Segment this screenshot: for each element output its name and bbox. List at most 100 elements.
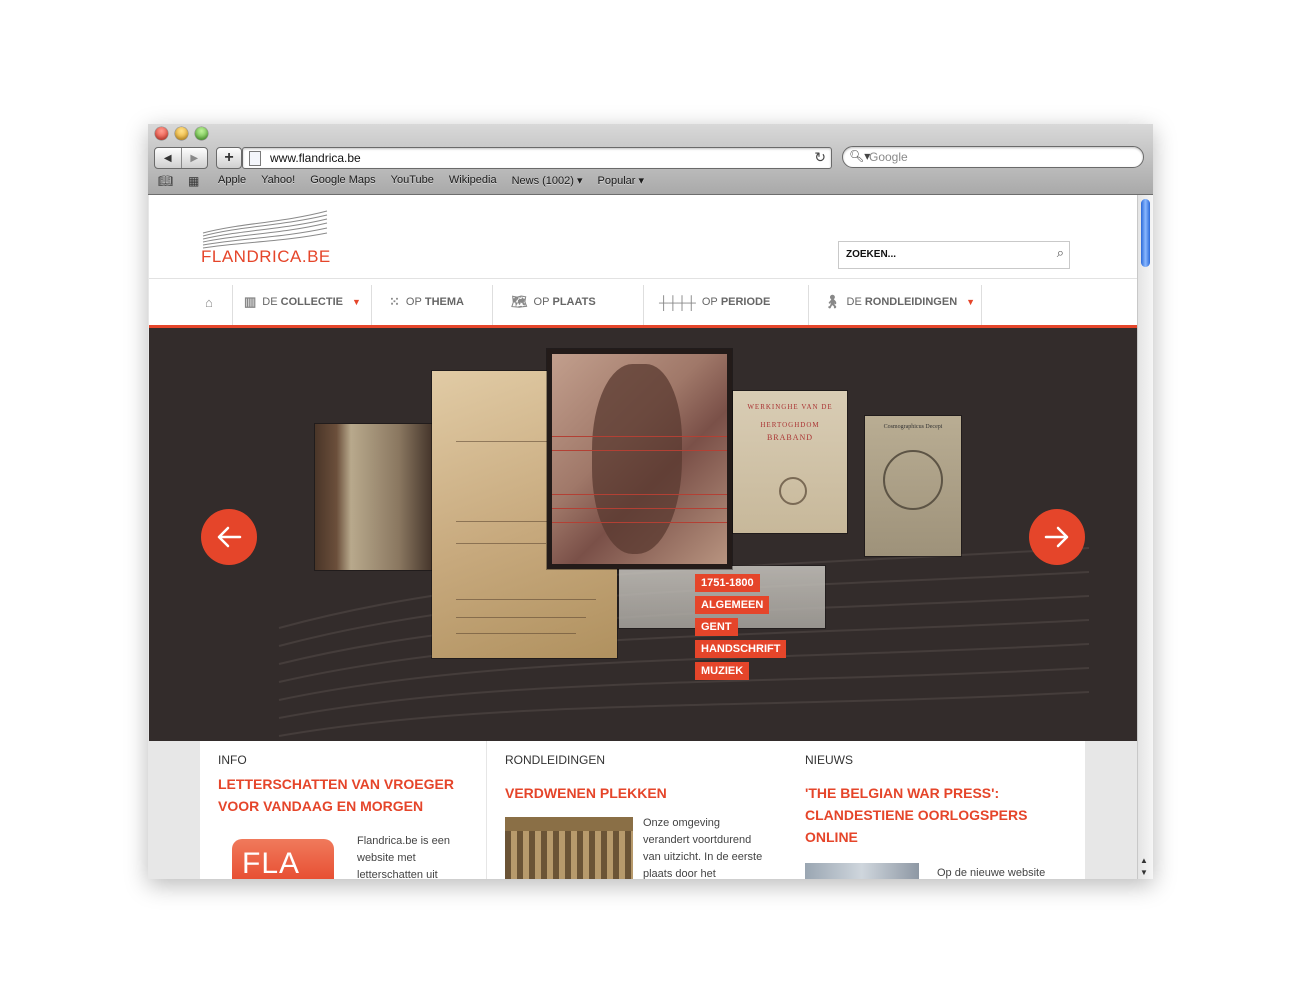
bookmark-wikipedia[interactable]: Wikipedia	[449, 174, 497, 187]
nav-collection-prefix: DE	[262, 296, 278, 308]
info-body-line: website met	[357, 852, 416, 864]
tag-place[interactable]: GENT	[695, 618, 738, 636]
info-body-line: Flandrica.be is een	[357, 835, 450, 847]
close-window-button[interactable]	[155, 127, 168, 140]
nav-theme-prefix: OP	[405, 296, 422, 308]
news-heading-line[interactable]: 'THE BELGIAN WAR PRESS':	[805, 782, 999, 804]
building-photo[interactable]	[505, 817, 633, 879]
news-photo[interactable]	[805, 863, 919, 879]
search-icon: 🔍︎▾	[849, 149, 871, 163]
grid-icon: ⁙	[389, 294, 400, 309]
tag-theme[interactable]: MUZIEK	[695, 662, 750, 680]
nav-op-thema[interactable]: ⁙ OP THEMA	[389, 279, 464, 325]
forward-icon[interactable]: ▶	[180, 148, 208, 168]
books-icon: ▥	[244, 294, 257, 309]
featured-item-thumbnail[interactable]	[547, 349, 732, 569]
site-search-placeholder: ZOEKEN...	[846, 249, 897, 260]
tours-body-line: van uitzicht. In de eerste	[643, 851, 763, 863]
address-text[interactable]: www.flandrica.be	[270, 151, 361, 165]
site-search-input[interactable]: ZOEKEN... ⌕	[838, 241, 1070, 269]
nav-divider	[371, 285, 372, 325]
book-title-line: HERTOGHDOM	[760, 421, 820, 429]
history-buttons: ◀ ▶	[154, 147, 208, 169]
bookmark-list: Apple Yahoo! Google Maps YouTube Wikiped…	[218, 174, 659, 187]
scrollbar-thumb[interactable]	[1141, 199, 1150, 267]
arrow-left-icon	[217, 526, 242, 548]
carousel-prev-button[interactable]	[201, 509, 257, 565]
nav-tours-prefix: DE	[846, 296, 862, 308]
tours-heading[interactable]: VERDWENEN PLEKKEN	[505, 782, 667, 804]
info-label: INFO	[218, 753, 247, 767]
search-icon[interactable]: ⌕	[1057, 245, 1064, 261]
bookmark-yahoo[interactable]: Yahoo!	[261, 174, 295, 187]
info-heading-line[interactable]: VOOR VANDAAG EN MORGEN	[218, 795, 423, 817]
walking-person-icon: 🚶︎	[824, 294, 841, 309]
page-viewport: FLANDRICA.BE ZOEKEN... ⌕ ⌂ ▥ DE COLLECTI…	[148, 195, 1153, 879]
nav-divider	[808, 285, 809, 325]
nav-home[interactable]: ⌂	[205, 279, 219, 325]
hero-carousel: WERKINGHE VAN DE HERTOGHDOM BRABAND Cosm…	[149, 328, 1137, 741]
nav-tours-label: RONDLEIDINGEN	[864, 296, 958, 308]
nav-theme-label: THEMA	[424, 296, 464, 308]
nav-collection-label: COLLECTIE	[280, 296, 343, 308]
bookmark-google-maps[interactable]: Google Maps	[310, 174, 375, 187]
vertical-scrollbar[interactable]: ▲ ▼	[1137, 195, 1153, 879]
caret-down-icon: ▼	[351, 297, 361, 307]
home-icon: ⌂	[205, 294, 213, 310]
logo-waves-icon	[202, 210, 328, 249]
nav-divider	[643, 285, 644, 325]
book-title-line: WERKINGHE VAN DE	[747, 403, 833, 411]
content-columns: INFO LETTERSCHATTEN VAN VROEGER VOOR VAN…	[200, 741, 1085, 879]
collection-item-thumbnail[interactable]	[315, 424, 435, 570]
flandrica-app-logo: FLA	[232, 839, 334, 879]
browser-search-field[interactable]: 🔍︎▾ Google	[842, 146, 1144, 168]
globe-icon	[883, 450, 943, 510]
flandrica-logo[interactable]: FLANDRICA.BE	[201, 209, 331, 269]
scroll-down-icon[interactable]: ▼	[1140, 868, 1148, 877]
bookmark-apple[interactable]: Apple	[218, 174, 246, 187]
world-map-icon: 🗺︎	[511, 294, 528, 309]
bookmark-news[interactable]: News (1002) ▾	[512, 174, 583, 187]
nav-de-rondleidingen[interactable]: 🚶︎ DE RONDLEIDINGEN ▼	[824, 279, 975, 325]
news-heading-line[interactable]: ONLINE	[805, 826, 858, 848]
timeline-icon: ┼┼┼┼	[659, 294, 696, 310]
bookmarks-bar: 📖︎ ▦ Apple Yahoo! Google Maps YouTube Wi…	[148, 172, 1153, 190]
emblem-icon	[779, 477, 807, 505]
tag-type[interactable]: HANDSCHRIFT	[695, 640, 787, 658]
nav-divider	[492, 285, 493, 325]
nav-divider	[232, 285, 233, 325]
address-bar[interactable]: www.flandrica.be ↻	[242, 147, 832, 169]
book-title-line: BRABAND	[766, 433, 814, 442]
zoom-window-button[interactable]	[195, 127, 208, 140]
minimize-window-button[interactable]	[175, 127, 188, 140]
tag-period[interactable]: 1751-1800	[695, 574, 760, 592]
nav-op-periode[interactable]: ┼┼┼┼ OP PERIODE	[659, 279, 770, 325]
top-sites-icon[interactable]: ▦	[188, 174, 199, 188]
bookmark-youtube[interactable]: YouTube	[391, 174, 434, 187]
nav-de-collectie[interactable]: ▥ DE COLLECTIE ▼	[244, 279, 361, 325]
arrow-right-icon	[1044, 526, 1069, 548]
carousel-next-button[interactable]	[1029, 509, 1085, 565]
info-column: INFO LETTERSCHATTEN VAN VROEGER VOOR VAN…	[200, 741, 485, 879]
tours-label: RONDLEIDINGEN	[505, 753, 606, 767]
browser-search-placeholder: Google	[869, 150, 908, 164]
reload-icon[interactable]: ↻	[814, 149, 826, 166]
info-heading-line[interactable]: LETTERSCHATTEN VAN VROEGER	[218, 773, 454, 795]
nav-op-plaats[interactable]: 🗺︎ OP PLAATS	[511, 279, 596, 325]
site-header: FLANDRICA.BE ZOEKEN... ⌕	[149, 195, 1137, 279]
collection-item-thumbnail[interactable]: Cosmographicus Decepi	[865, 416, 961, 556]
info-body-line: letterschatten uit	[357, 869, 438, 879]
tag-category[interactable]: ALGEMEEN	[695, 596, 770, 614]
back-icon[interactable]: ◀	[155, 148, 181, 168]
add-bookmark-button[interactable]: +	[216, 147, 242, 169]
tours-body-line: Onze omgeving	[643, 817, 721, 829]
collection-item-thumbnail[interactable]: WERKINGHE VAN DE HERTOGHDOM BRABAND	[733, 391, 847, 533]
bookmark-popular[interactable]: Popular ▾	[598, 174, 645, 187]
nav-divider	[981, 285, 982, 325]
nav-place-prefix: OP	[533, 296, 550, 308]
reading-list-icon[interactable]: 📖︎	[158, 174, 173, 188]
nav-place-label: PLAATS	[552, 296, 596, 308]
scroll-up-icon[interactable]: ▲	[1140, 856, 1148, 865]
news-heading-line[interactable]: CLANDESTIENE OORLOGSPERS	[805, 804, 1027, 826]
featured-item-tags: 1751-1800 ALGEMEEN GENT HANDSCHRIFT MUZI…	[695, 574, 787, 684]
